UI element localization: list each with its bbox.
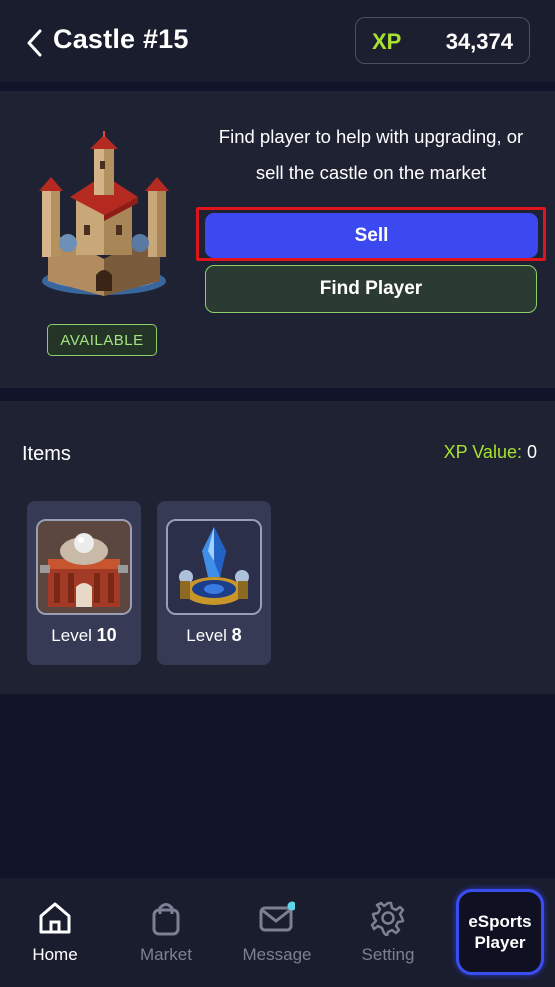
nav-market[interactable]: Market [116,878,216,987]
castle-description: Find player to help with upgrading, or s… [200,119,542,191]
level-label: Level [186,626,227,645]
items-xp-value: XP Value: 0 [444,442,537,463]
chevron-left-icon [27,29,42,57]
nav-message[interactable]: Message [227,878,327,987]
nav-label: Message [242,945,312,964]
esports-player-button[interactable]: eSports Player [456,889,544,975]
nav-setting[interactable]: Setting [338,878,438,987]
nav-label: Home [32,945,78,964]
crystal-image [168,521,260,613]
items-section: Items XP Value: 0 Level 10 Level 8 [0,401,555,694]
home-icon [39,902,71,934]
xp-value-label: XP Value: [443,442,522,462]
sell-button[interactable]: Sell [205,213,538,258]
nav-label: Market [140,945,192,964]
item-thumbnail [166,519,262,615]
find-player-button[interactable]: Find Player [205,265,537,313]
tower-image [38,521,130,613]
description-line: Find player to help with upgrading, or [218,126,524,147]
nav-home[interactable]: Home [5,878,105,987]
back-button[interactable] [22,28,46,58]
item-level: Level 8 [157,625,271,646]
esports-label-line: eSports [468,912,532,931]
top-bar: Castle #15 XP 34,374 [0,0,555,82]
castle-image [39,131,169,296]
level-number: 8 [231,625,242,645]
xp-label: XP [372,29,402,54]
item-card[interactable]: Level 10 [27,501,141,665]
shopping-bag-icon [152,903,180,936]
xp-value-number: 0 [526,442,537,462]
item-card[interactable]: Level 8 [157,501,271,665]
level-number: 10 [96,625,117,645]
item-thumbnail [36,519,132,615]
mail-icon [259,901,295,932]
status-badge: AVAILABLE [47,324,157,356]
castle-card: AVAILABLE Find player to help with upgra… [0,91,555,388]
esports-label-line: Player [474,933,526,952]
item-level: Level 10 [27,625,141,646]
gear-icon [370,901,405,936]
bottom-navigation: Home Market Message Setting eSports Play… [0,878,555,987]
xp-balance-badge: XP 34,374 [355,17,530,64]
level-label: Level [51,626,92,645]
page-title: Castle #15 [53,24,189,54]
items-heading: Items [22,443,71,465]
nav-label: Setting [361,945,415,964]
description-line: sell the castle on the market [255,162,487,183]
xp-balance-value: 34,374 [445,29,513,54]
